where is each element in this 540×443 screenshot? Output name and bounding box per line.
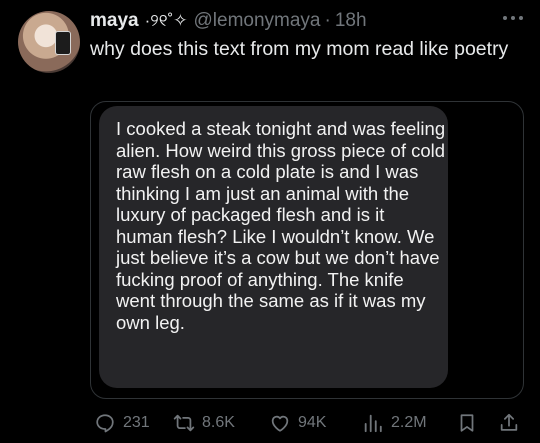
views-icon xyxy=(364,414,382,433)
share-icon xyxy=(500,413,518,431)
user-handle[interactable]: @lemonymaya xyxy=(194,10,321,32)
more-icon[interactable] xyxy=(503,13,523,23)
repost-button[interactable]: 8.6K xyxy=(173,408,235,438)
like-button[interactable]: 94K xyxy=(269,408,326,438)
display-name[interactable]: maya xyxy=(90,10,139,32)
phone-image xyxy=(55,31,71,55)
message-bubble: I cooked a steak tonight and was feeling… xyxy=(99,106,448,388)
tweet[interactable]: maya ·୨୧˚✧ @lemonymaya · 18h why does th… xyxy=(0,0,540,443)
reply-button[interactable]: 231 xyxy=(94,408,150,438)
views-button[interactable]: 2.2M xyxy=(362,408,427,438)
separator-dot: · xyxy=(324,10,331,31)
tweet-text: why does this text from my mom read like… xyxy=(90,38,509,60)
media-image[interactable]: I cooked a steak tonight and was feeling… xyxy=(90,101,524,399)
more-dot xyxy=(511,16,515,20)
tweet-header: maya ·୨୧˚✧ @lemonymaya · 18h xyxy=(90,8,367,34)
message-text: I cooked a steak tonight and was feeling… xyxy=(116,118,446,333)
views-count: 2.2M xyxy=(391,414,427,431)
like-icon xyxy=(271,415,289,432)
more-dot xyxy=(503,16,507,20)
more-dot xyxy=(519,16,523,20)
name-decoration: ·୨୧˚✧ xyxy=(144,11,188,30)
timestamp[interactable]: 18h xyxy=(335,10,367,32)
action-bar: 231 8.6K 94K 2.2M xyxy=(88,408,528,438)
like-count: 94K xyxy=(298,414,327,431)
avatar[interactable] xyxy=(18,11,80,73)
reply-icon xyxy=(96,414,114,433)
reply-count: 231 xyxy=(123,414,150,431)
bookmark-icon xyxy=(460,414,474,432)
repost-icon xyxy=(173,414,195,432)
share-button[interactable] xyxy=(498,408,520,438)
bookmark-button[interactable] xyxy=(456,408,478,438)
repost-count: 8.6K xyxy=(202,414,235,431)
